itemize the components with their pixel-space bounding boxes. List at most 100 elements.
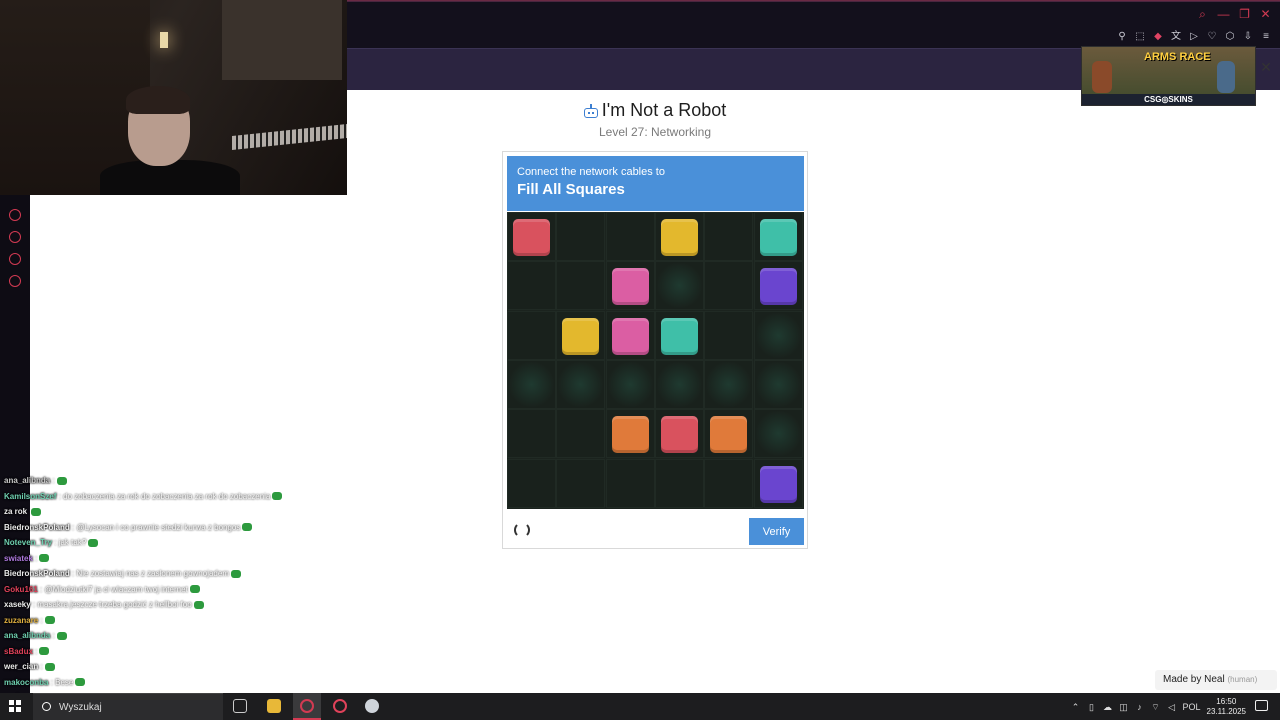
emote-icon	[44, 616, 55, 625]
puzzle-tile[interactable]	[710, 416, 748, 454]
emote-icon	[44, 662, 55, 671]
chat-username[interactable]: makoconba	[4, 678, 48, 687]
puzzle-tile[interactable]	[611, 317, 649, 355]
chat-username[interactable]: ana_alibnda	[4, 476, 50, 485]
network-icon[interactable]: ◫	[1119, 702, 1129, 712]
puzzle-tile[interactable]	[759, 465, 797, 503]
grid-cell[interactable]	[556, 409, 606, 459]
pin-icon[interactable]: ⚲	[1116, 31, 1128, 43]
heart-icon[interactable]: ♡	[1206, 31, 1218, 43]
battery-icon[interactable]: ▯	[1087, 702, 1097, 712]
grid-cell[interactable]	[654, 458, 704, 508]
clock[interactable]: 16:50 23.11.2025	[1207, 697, 1246, 717]
chat-username[interactable]: BiedronskPoland	[4, 569, 70, 578]
grid-cell[interactable]	[556, 261, 606, 311]
system-tray: ⌃ ▯ ☁ ◫ ♪ ⌔ ◁ POL 16:50 23.11.2025	[1071, 693, 1246, 720]
restore-icon[interactable]: ❐	[1238, 8, 1251, 21]
chat-message: ana_alibnda :	[4, 476, 67, 485]
grid-cell[interactable]	[507, 261, 556, 311]
captcha-header: Connect the network cables to Fill All S…	[507, 156, 804, 211]
puzzle-tile[interactable]	[759, 219, 797, 256]
verify-button[interactable]: Verify	[749, 518, 804, 545]
grid-cell[interactable]	[704, 212, 754, 261]
clock-time: 16:50	[1216, 696, 1237, 706]
volume-icon[interactable]: ◁	[1167, 702, 1177, 712]
mic-icon[interactable]: ♪	[1135, 702, 1145, 712]
record-icon[interactable]	[9, 209, 21, 221]
chat-username[interactable]: xaseky	[4, 600, 31, 609]
stream-chat: ana_alibnda : KamilsonSzef : do zobaczeni…	[0, 476, 340, 718]
task-view-icon[interactable]	[226, 693, 254, 720]
puzzle-tile[interactable]	[562, 317, 600, 355]
search-icon[interactable]: ⌕	[1196, 8, 1209, 21]
screenshot-icon[interactable]: ⬚	[1134, 31, 1146, 43]
cloud-icon[interactable]: ☁	[1103, 702, 1113, 712]
title-bar-accent	[347, 1, 1280, 2]
chat-username[interactable]: BiedronskPoland	[4, 523, 70, 532]
chat-username[interactable]: zuzanare	[4, 616, 38, 625]
grid-cell[interactable]	[507, 310, 556, 360]
language-indicator[interactable]: POL	[1183, 702, 1201, 712]
grid-cell[interactable]	[605, 458, 655, 508]
download-icon[interactable]: ⇩	[1242, 31, 1254, 43]
grid-cell[interactable]	[704, 359, 754, 409]
credit-badge: Made by Neal (human)	[1155, 670, 1277, 690]
grid-cell[interactable]	[704, 310, 754, 360]
grid-cell[interactable]	[507, 409, 556, 459]
chat-username[interactable]: Goku161	[4, 585, 38, 594]
grid-cell[interactable]	[704, 261, 754, 311]
puzzle-tile[interactable]	[611, 416, 649, 454]
grid-cell[interactable]	[507, 359, 556, 409]
grid-cell[interactable]	[753, 409, 803, 459]
ad-banner[interactable]: ARMS RACE CSG◎SKINS	[1081, 46, 1256, 106]
chat-username[interactable]: Noteven_Try	[4, 538, 52, 547]
translate-icon[interactable]: 文	[1170, 31, 1182, 43]
puzzle-tile[interactable]	[660, 219, 698, 256]
chat-username[interactable]: KamilsonSzef	[4, 492, 56, 501]
grid-cell[interactable]	[605, 212, 655, 261]
chat-username[interactable]: swiatek	[4, 554, 33, 563]
pocket-icon[interactable]: ◆	[1152, 31, 1164, 43]
grid-cell[interactable]	[605, 359, 655, 409]
close-icon[interactable]: ✕	[1260, 60, 1272, 74]
puzzle-tile[interactable]	[513, 219, 550, 256]
grid-cell[interactable]	[704, 458, 754, 508]
file-explorer-icon[interactable]	[260, 693, 288, 720]
play-icon[interactable]: ▷	[1188, 31, 1200, 43]
puzzle-grid[interactable]	[507, 212, 804, 509]
opera-gx-icon[interactable]	[293, 693, 321, 720]
grid-cell[interactable]	[556, 212, 606, 261]
grid-cell[interactable]	[654, 359, 704, 409]
speedtest-icon[interactable]	[326, 693, 354, 720]
grid-cell[interactable]	[753, 310, 803, 360]
grid-cell[interactable]	[507, 458, 556, 508]
puzzle-tile[interactable]	[660, 317, 698, 355]
grid-cell[interactable]	[556, 359, 606, 409]
close-icon[interactable]: ✕	[1259, 8, 1272, 21]
obs-icon[interactable]	[358, 693, 386, 720]
history-icon[interactable]	[9, 231, 21, 243]
chat-username[interactable]: za rok	[4, 507, 27, 516]
chat-text: :	[38, 662, 43, 671]
menu-icon[interactable]: ≡	[1260, 31, 1272, 43]
windows-start-icon[interactable]	[9, 700, 21, 712]
grid-cell[interactable]	[556, 458, 606, 508]
chat-username[interactable]: sBadux	[4, 647, 33, 656]
minimize-icon[interactable]: —	[1217, 8, 1230, 21]
wifi-icon[interactable]: ⌔	[1151, 702, 1161, 712]
puzzle-tile[interactable]	[660, 416, 698, 454]
grid-cell[interactable]	[753, 359, 803, 409]
extensions-icon[interactable]: ⬡	[1224, 31, 1236, 43]
taskbar-search[interactable]: Wyszukaj	[33, 693, 223, 720]
notifications-icon[interactable]	[1255, 700, 1268, 711]
settings-icon[interactable]	[9, 275, 21, 287]
puzzle-tile[interactable]	[759, 268, 797, 306]
chevron-up-icon[interactable]: ⌃	[1071, 702, 1081, 712]
chat-username[interactable]: wer_cian	[4, 662, 38, 671]
browser-toolbar: ⚲ ⬚ ◆ 文 ▷ ♡ ⬡ ⇩ ≡	[1116, 31, 1272, 43]
puzzle-tile[interactable]	[611, 268, 649, 306]
grid-cell[interactable]	[654, 261, 704, 311]
extensions-icon[interactable]	[9, 253, 21, 265]
refresh-icon[interactable]	[514, 522, 530, 538]
chat-username[interactable]: ana_alibnda	[4, 631, 50, 640]
